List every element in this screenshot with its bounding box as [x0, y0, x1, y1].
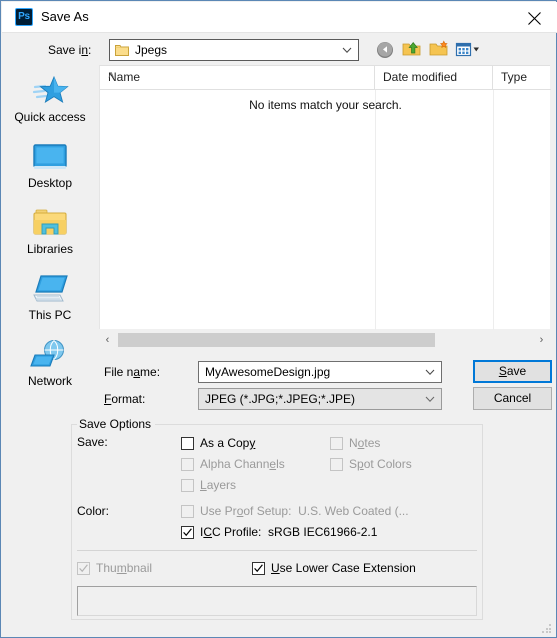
column-divider [493, 90, 494, 330]
checkbox-label: Notes [349, 436, 381, 450]
checkbox-label: Thumbnail [96, 561, 153, 575]
file-name-value: MyAwesomeDesign.jpg [205, 365, 331, 379]
sidebar-item-desktop[interactable]: Desktop [2, 141, 98, 197]
photoshop-ps-icon: Ps [15, 8, 33, 26]
checkbox-label: Use Lower Case Extension [271, 561, 416, 575]
monitor-icon [2, 141, 98, 175]
checkbox-label: Use Proof Setup: U.S. Web Coated (... [200, 504, 409, 518]
save-as-dialog: Ps Save As Save in: Jpegs Quick access D… [0, 0, 557, 638]
places-sidebar: Quick access Desktop Libraries This PC N… [2, 65, 98, 388]
save-in-value: Jpegs [135, 43, 168, 57]
column-header-date-modified[interactable]: Date modified [375, 66, 493, 90]
sidebar-item-label: Network [27, 374, 72, 388]
save-in-combobox[interactable]: Jpegs [109, 39, 359, 61]
options-message-box [77, 586, 477, 616]
network-globe-icon [2, 339, 98, 373]
close-icon [528, 12, 541, 25]
file-name-label: File name: [104, 365, 161, 379]
title-bar: Ps Save As [2, 2, 557, 32]
scrollbar-thumb[interactable] [118, 333, 435, 347]
column-header-label: Type [501, 70, 528, 84]
column-header-name[interactable]: Name ˄ [100, 66, 375, 90]
checkbox-box [77, 562, 90, 575]
checkbox-box [181, 479, 194, 492]
format-value: JPEG (*.JPG;*.JPEG;*.JPE) [205, 392, 356, 406]
checkbox-label: Alpha Channels [200, 457, 285, 471]
star-icon [2, 75, 98, 109]
checkmark-icon [254, 564, 263, 573]
group-border-right [155, 424, 483, 425]
column-header-type[interactable]: Type [493, 66, 551, 90]
back-arrow-icon [377, 42, 393, 58]
checkbox-box [330, 458, 343, 471]
scroll-left-icon[interactable]: ‹ [99, 331, 116, 349]
format-select[interactable]: JPEG (*.JPG;*.JPEG;*.JPE) [198, 388, 442, 410]
new-folder-icon [429, 40, 448, 56]
scroll-right-icon[interactable]: › [533, 331, 550, 349]
folder-icon [115, 45, 129, 56]
checkbox-label: Layers [200, 478, 237, 492]
save-row-label: Save: [77, 435, 108, 449]
sidebar-item-this-pc[interactable]: This PC [2, 273, 98, 329]
save-options-title: Save Options [77, 417, 154, 431]
views-icon [455, 42, 479, 57]
sidebar-item-label: Desktop [27, 176, 73, 190]
chevron-down-icon [425, 369, 435, 375]
checkbox-box [330, 437, 343, 450]
checkbox-label: Spot Colors [349, 457, 412, 471]
sidebar-item-label: This PC [28, 308, 72, 322]
close-button[interactable] [512, 2, 557, 32]
checkmark-icon [79, 564, 88, 573]
save-in-label: Save in: [48, 43, 92, 57]
sort-ascending-icon: ˄ [108, 70, 115, 82]
checkbox-box [252, 562, 265, 575]
checkbox-box [181, 437, 194, 450]
sidebar-item-quick-access[interactable]: Quick access [2, 75, 98, 131]
options-divider [77, 550, 477, 551]
sidebar-item-libraries[interactable]: Libraries [2, 207, 98, 263]
save-button[interactable]: Save [473, 360, 552, 383]
sidebar-item-label: Libraries [26, 242, 74, 256]
column-header-label: Date modified [383, 70, 458, 84]
back-button[interactable] [375, 39, 399, 61]
horizontal-scrollbar[interactable]: ‹ › [99, 331, 550, 349]
column-divider [375, 90, 376, 330]
checkbox-label: ICC Profile: sRGB IEC61966-2.1 [200, 525, 378, 539]
chevron-down-icon [342, 47, 352, 53]
sidebar-item-network[interactable]: Network [2, 339, 98, 395]
sidebar-item-label: Quick access [14, 110, 86, 124]
title-bar-divider [2, 32, 557, 33]
window-title: Save As [41, 9, 89, 24]
libraries-folder-icon [2, 207, 98, 241]
checkbox-label: As a Copy [200, 436, 256, 450]
up-one-level-button[interactable] [402, 39, 426, 61]
views-button[interactable] [455, 39, 481, 61]
chevron-down-icon [425, 396, 435, 402]
checkmark-icon [183, 528, 192, 537]
empty-list-message: No items match your search. [249, 98, 402, 112]
checkbox-box [181, 458, 194, 471]
resize-grip[interactable] [542, 624, 552, 634]
file-list-panel: Name ˄ Date modified Type No items match… [99, 65, 551, 330]
checkbox-box [181, 526, 194, 539]
format-label: Format: [104, 392, 146, 406]
color-row-label: Color: [77, 504, 110, 518]
computer-icon [2, 273, 98, 307]
file-name-input[interactable]: MyAwesomeDesign.jpg [198, 361, 442, 383]
new-folder-button[interactable] [429, 39, 453, 61]
up-folder-icon [402, 42, 421, 56]
checkbox-box [181, 505, 194, 518]
navigation-toolbar [375, 39, 481, 61]
cancel-button[interactable]: Cancel [473, 387, 552, 410]
